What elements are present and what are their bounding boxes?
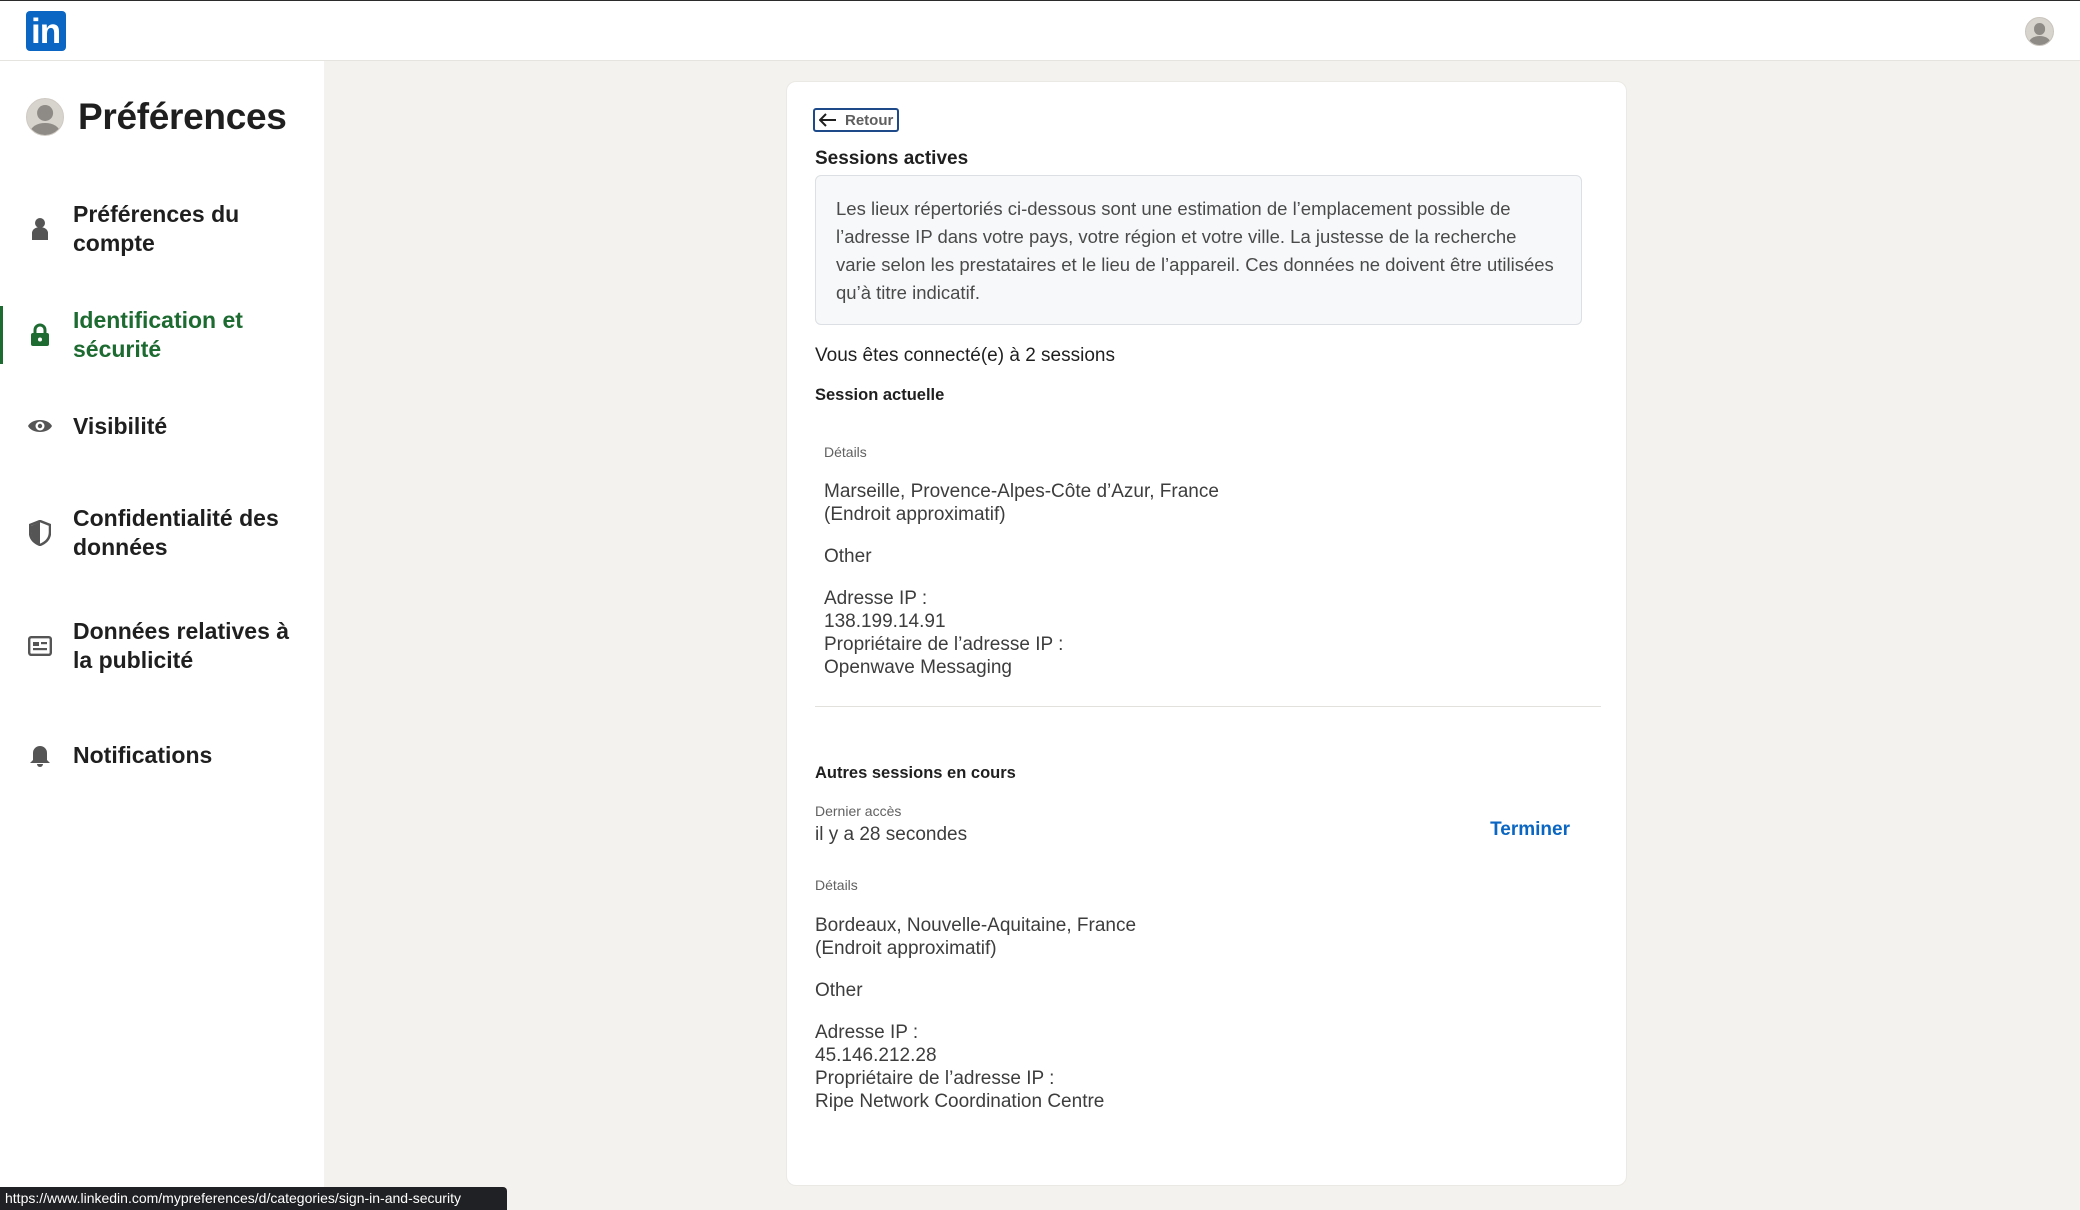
current-ip-label: Adresse IP : [824, 588, 928, 609]
linkedin-logo-icon[interactable]: in [26, 11, 66, 51]
current-device: Other [824, 546, 872, 567]
current-ip-owner: Openwave Messaging [824, 657, 1012, 678]
eye-icon [27, 413, 53, 439]
sidebar-item-label: Données relatives à la publicité [73, 618, 290, 673]
person-icon [27, 216, 53, 242]
current-session-title: Session actuelle [815, 386, 945, 404]
other-ip-value: 45.146.212.28 [815, 1045, 937, 1066]
bell-icon [27, 742, 53, 768]
ad-icon [27, 633, 53, 659]
sidebar-item-account-preferences[interactable]: Préférences du compte [0, 193, 324, 265]
back-button[interactable]: Retour [813, 108, 900, 132]
sidebar-item-label: Visibilité [73, 412, 168, 439]
current-ip-owner-label: Propriétaire de l’adresse IP : [824, 634, 1064, 655]
sidebar-item-label: Préférences du compte [73, 201, 240, 256]
sidebar-item-label: Identification et sécurité [73, 307, 243, 362]
active-sessions-card: Retour Sessions actives Les lieux répert… [786, 81, 1627, 1186]
current-ip-value: 138.199.14.91 [824, 611, 946, 632]
shield-icon [27, 520, 53, 546]
sidebar-item-sign-in-security[interactable]: Identification et sécurité [0, 306, 324, 364]
sidebar-item-data-privacy[interactable]: Confidentialité des données [0, 504, 324, 562]
avatar-icon [26, 98, 64, 136]
last-access-value: il y a 28 secondes [815, 824, 968, 845]
settings-sidebar: Préférences Préférences du compte Identi… [0, 61, 324, 1210]
sidebar-header: Préférences [26, 89, 287, 145]
sidebar-item-visibility[interactable]: Visibilité [0, 401, 324, 451]
other-approx-label: (Endroit approximatif) [815, 938, 997, 959]
current-location: Marseille, Provence-Alpes-Côte d’Azur, F… [824, 481, 1219, 502]
last-access-label: Dernier accès [815, 803, 902, 819]
page-title: Préférences [78, 96, 287, 137]
other-ip-owner: Ripe Network Coordination Centre [815, 1091, 1105, 1112]
lock-icon [27, 322, 53, 348]
location-notice: Les lieux répertoriés ci-dessous sont un… [815, 175, 1582, 325]
top-navigation-bar: in [0, 0, 2080, 61]
other-details-label: Détails [815, 877, 858, 893]
sidebar-item-notifications[interactable]: Notifications [0, 730, 324, 780]
divider [815, 706, 1601, 707]
sessions-count: Vous êtes connecté(e) à 2 sessions [815, 345, 1115, 366]
link-status-bar: https://www.linkedin.com/mypreferences/d… [0, 1187, 507, 1210]
section-title: Sessions actives [815, 148, 969, 169]
other-sessions-title: Autres sessions en cours [815, 764, 1016, 782]
other-ip-label: Adresse IP : [815, 1022, 919, 1043]
end-session-button[interactable]: Terminer [1490, 819, 1570, 841]
sidebar-item-label: Confidentialité des données [73, 505, 279, 560]
profile-avatar-icon[interactable] [2025, 17, 2054, 46]
other-location: Bordeaux, Nouvelle-Aquitaine, France [815, 915, 1137, 936]
current-details-label: Détails [824, 444, 867, 460]
sidebar-item-label: Notifications [73, 741, 213, 768]
other-ip-owner-label: Propriétaire de l’adresse IP : [815, 1068, 1055, 1089]
sidebar-item-advertising-data[interactable]: Données relatives à la publicité [0, 617, 324, 675]
other-device: Other [815, 980, 863, 1001]
current-approx-label: (Endroit approximatif) [824, 504, 1006, 525]
back-label: Retour [845, 111, 894, 129]
logo-text: in [31, 12, 61, 51]
arrow-left-icon [819, 113, 836, 127]
